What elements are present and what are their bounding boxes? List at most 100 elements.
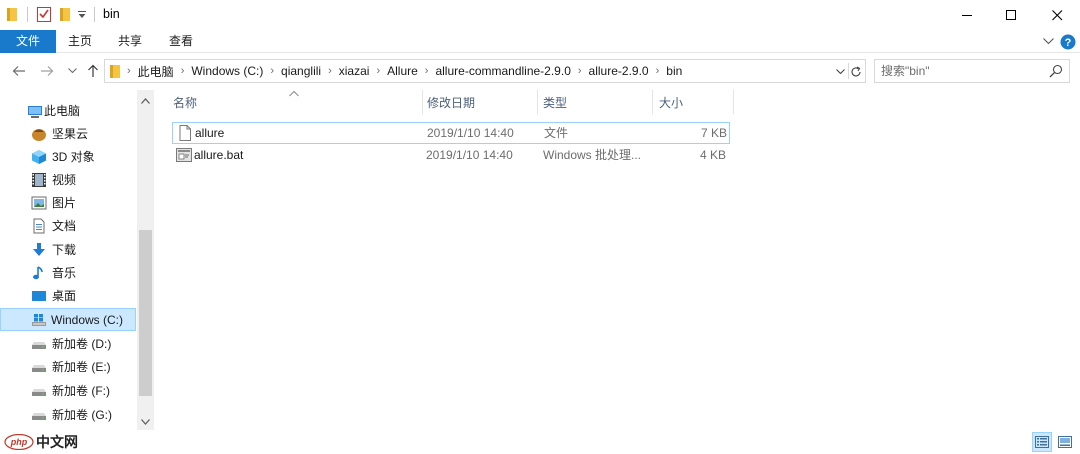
maximize-button[interactable] [988,0,1034,30]
nav-item-pictures[interactable]: 图片 [0,191,136,214]
nav-item-label: 坚果云 [52,127,89,141]
minimize-icon [961,14,972,16]
chevron-down-icon [141,418,150,425]
table-row[interactable]: allure 2019/1/10 14:40 文件 7 KB [172,122,730,144]
breadcrumb-chevron-icon[interactable]: › [120,65,134,77]
large-icons-view-button[interactable] [1055,432,1075,452]
nav-item-this-pc[interactable]: 此电脑 [0,99,136,122]
breadcrumb-chevron-icon[interactable]: › [575,65,585,77]
tab-share[interactable]: 共享 [110,30,150,53]
breadcrumb-item[interactable]: 此电脑 [134,63,178,80]
up-button[interactable] [84,60,102,82]
nav-item-label: 新加卷 (E:) [52,360,111,374]
file-type: 文件 [544,126,569,140]
details-view-icon [1035,436,1049,448]
nav-item-music[interactable]: 音乐 [0,261,136,284]
breadcrumb-item[interactable]: Allure [383,64,422,78]
breadcrumb-chevron-icon[interactable]: › [373,65,383,77]
window-title: bin [103,7,120,21]
refresh-icon [851,66,861,77]
up-arrow-icon [88,64,98,77]
3d-objects-icon [32,149,46,164]
nav-item-drive-d[interactable]: 新加卷 (D:) [0,332,136,355]
file-list: 名称 修改日期 类型 大小 allure 2019/1/10 14:40 文件 … [155,90,1080,430]
nav-item-label: 音乐 [52,266,77,280]
column-header-type[interactable]: 类型 [543,90,567,114]
chevron-up-icon [141,97,150,104]
pictures-icon [31,196,47,209]
breadcrumb-item[interactable]: allure-2.9.0 [585,64,653,78]
expand-ribbon-button[interactable] [1040,33,1056,50]
breadcrumb-item[interactable]: Windows (C:) [187,64,267,78]
minimize-button[interactable] [944,0,990,30]
breadcrumb-item[interactable]: allure-commandline-2.9.0 [431,64,574,78]
customize-toolbar-chevron-icon[interactable] [78,11,86,19]
breadcrumb-chevron-icon[interactable]: › [267,65,277,77]
nav-pane-scrollbar[interactable] [137,90,154,430]
title-bar: bin [0,0,1080,30]
nav-item-3d-objects[interactable]: 3D 对象 [0,145,136,168]
breadcrumb-item[interactable]: qianglili [277,64,325,78]
file-modified: 2019/1/10 14:40 [427,126,514,140]
column-divider[interactable] [733,90,734,114]
file-icon [179,125,191,141]
scroll-up-button[interactable] [137,92,154,109]
search-icon[interactable] [1049,64,1063,78]
nav-item-downloads[interactable]: 下载 [0,238,136,261]
drive-icon [32,412,46,420]
details-view-button[interactable] [1032,432,1052,452]
breadcrumb-chevron-icon[interactable]: › [178,65,188,77]
nav-item-desktop[interactable]: 桌面 [0,284,136,307]
download-icon [33,242,45,256]
back-button[interactable] [8,60,30,82]
properties-icon[interactable] [37,6,51,22]
nav-item-drive-f[interactable]: 新加卷 (F:) [0,379,136,402]
column-header-name[interactable]: 名称 [173,90,197,114]
address-bar[interactable]: › 此电脑 › Windows (C:) › qianglili › xiaza… [104,59,866,83]
column-divider[interactable] [422,90,423,114]
breadcrumb-chevron-icon[interactable]: › [325,65,335,77]
nav-item-documents[interactable]: 文档 [0,214,136,237]
php-logo-text: php [10,437,28,447]
chevron-down-icon [1042,38,1054,45]
forward-button[interactable] [36,60,58,82]
new-folder-icon[interactable] [60,8,70,21]
search-box[interactable] [874,59,1070,83]
nav-item-windows-c[interactable]: Windows (C:) [0,308,136,331]
nav-item-label: Windows (C:) [51,312,124,327]
nav-item-label: 下载 [52,243,77,257]
nutstore-icon [32,128,46,141]
table-row[interactable]: allure.bat 2019/1/10 14:40 Windows 批处理..… [172,145,730,167]
refresh-button[interactable] [847,64,865,80]
nav-item-label: 桌面 [52,289,77,303]
breadcrumb-chevron-icon[interactable]: › [422,65,432,77]
navigation-pane: 此电脑 坚果云 3D 对象 视频 图片 文档 下载 音乐 桌面 Windows … [0,90,154,430]
help-icon: ? [1060,34,1076,49]
folder-icon [110,64,120,78]
recent-locations-button[interactable] [64,60,80,82]
column-header-size[interactable]: 大小 [659,90,683,114]
breadcrumb-chevron-icon[interactable]: › [653,65,663,77]
breadcrumb-item[interactable]: bin [662,64,686,78]
column-header-modified[interactable]: 修改日期 [427,90,475,114]
nav-item-drive-e[interactable]: 新加卷 (E:) [0,355,136,378]
tab-file[interactable]: 文件 [0,30,56,53]
search-input[interactable] [875,60,1045,82]
scroll-thumb[interactable] [139,230,152,396]
column-divider[interactable] [537,90,538,114]
scroll-down-button[interactable] [137,413,154,430]
nav-item-label: 新加卷 (G:) [52,408,112,422]
close-button[interactable] [1034,0,1080,30]
breadcrumb-item[interactable]: xiazai [335,64,374,78]
ribbon-tabs: 文件 主页 共享 查看 ? [0,30,1080,53]
nav-item-label: 新加卷 (F:) [52,384,110,398]
php-logo-icon: php [4,434,34,450]
tab-home[interactable]: 主页 [60,30,100,53]
address-history-button[interactable] [833,64,847,80]
help-button[interactable]: ? [1059,33,1077,50]
tab-view[interactable]: 查看 [161,30,201,53]
nav-item-drive-g[interactable]: 新加卷 (G:) [0,403,136,426]
nav-item-nutstore[interactable]: 坚果云 [0,122,136,145]
nav-item-videos[interactable]: 视频 [0,168,136,191]
column-divider[interactable] [652,90,653,114]
